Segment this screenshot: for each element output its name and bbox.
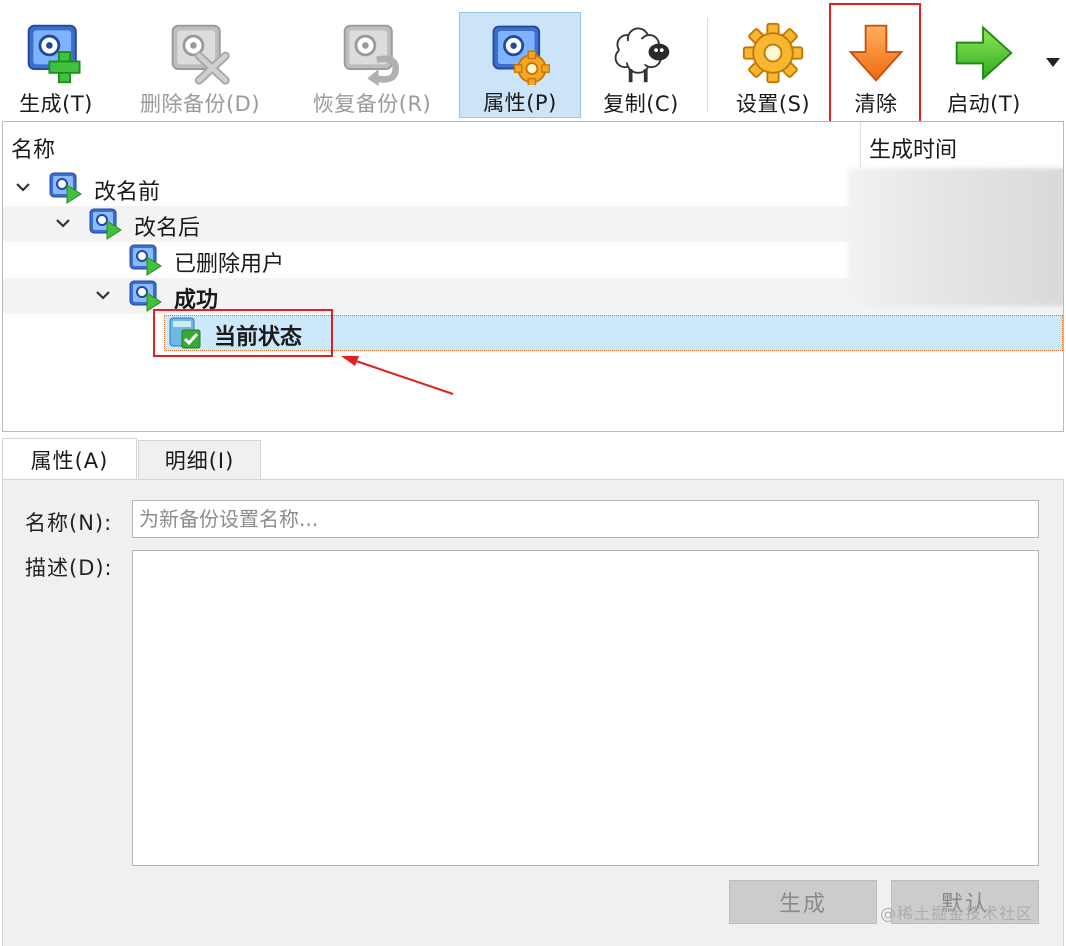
delete-snapshot-label: 删除备份(D) <box>139 92 261 116</box>
right-arrow-start-icon <box>955 25 1013 81</box>
properties-label: 属性(P) <box>483 91 557 115</box>
properties-tabs: 明细(I) 属性(A) <box>0 438 1066 480</box>
snapshot-name-input[interactable] <box>132 500 1039 538</box>
generate-button[interactable]: 生成 <box>729 880 877 924</box>
properties-panel: 名称(N): 描述(D): 生成 默认 <box>2 479 1064 946</box>
restore-snapshot-button[interactable]: 恢复备份(R) <box>298 12 446 118</box>
snapshot-tree: 名称 生成时间 改名前 改名后 已删除用户 成功 当前状态 <box>2 121 1064 432</box>
properties-button[interactable]: 属性(P) <box>459 12 581 118</box>
snapshot-description-textarea[interactable] <box>132 550 1039 866</box>
toolbar: 生成(T) 删除备份(D) 恢复备份(R) 属性(P) 复制(C) 设置(S) … <box>0 0 1066 123</box>
name-field-label: 名称(N): <box>25 511 113 535</box>
properties-gear-icon <box>492 25 550 85</box>
tab-details[interactable]: 明细(I) <box>138 440 261 480</box>
backup-restore-icon <box>343 24 399 86</box>
watermark-text: @稀土掘金技术社区 <box>880 904 1034 923</box>
annotation-arrow-icon <box>341 356 454 395</box>
discard-highlight-frame <box>829 3 921 123</box>
description-field-label: 描述(D): <box>25 556 113 580</box>
start-label: 启动(T) <box>947 92 1021 116</box>
backup-delete-icon <box>171 24 230 85</box>
settings-gear-icon <box>742 22 804 84</box>
take-snapshot-button[interactable]: 生成(T) <box>4 12 108 118</box>
start-button[interactable]: 启动(T) <box>936 12 1032 118</box>
take-snapshot-label: 生成(T) <box>19 92 93 116</box>
sheep-clone-icon <box>614 27 670 83</box>
settings-label: 设置(S) <box>735 92 811 116</box>
delete-snapshot-button[interactable]: 删除备份(D) <box>126 12 274 118</box>
backup-add-icon <box>27 24 81 84</box>
tab-attributes[interactable]: 属性(A) <box>2 438 137 480</box>
toolbar-separator <box>707 18 708 112</box>
clone-button[interactable]: 复制(C) <box>592 12 690 118</box>
settings-button[interactable]: 设置(S) <box>724 12 822 118</box>
toolbar-overflow-chevron-icon[interactable] <box>1046 58 1060 67</box>
clone-label: 复制(C) <box>603 92 679 116</box>
restore-snapshot-label: 恢复备份(R) <box>312 92 432 116</box>
